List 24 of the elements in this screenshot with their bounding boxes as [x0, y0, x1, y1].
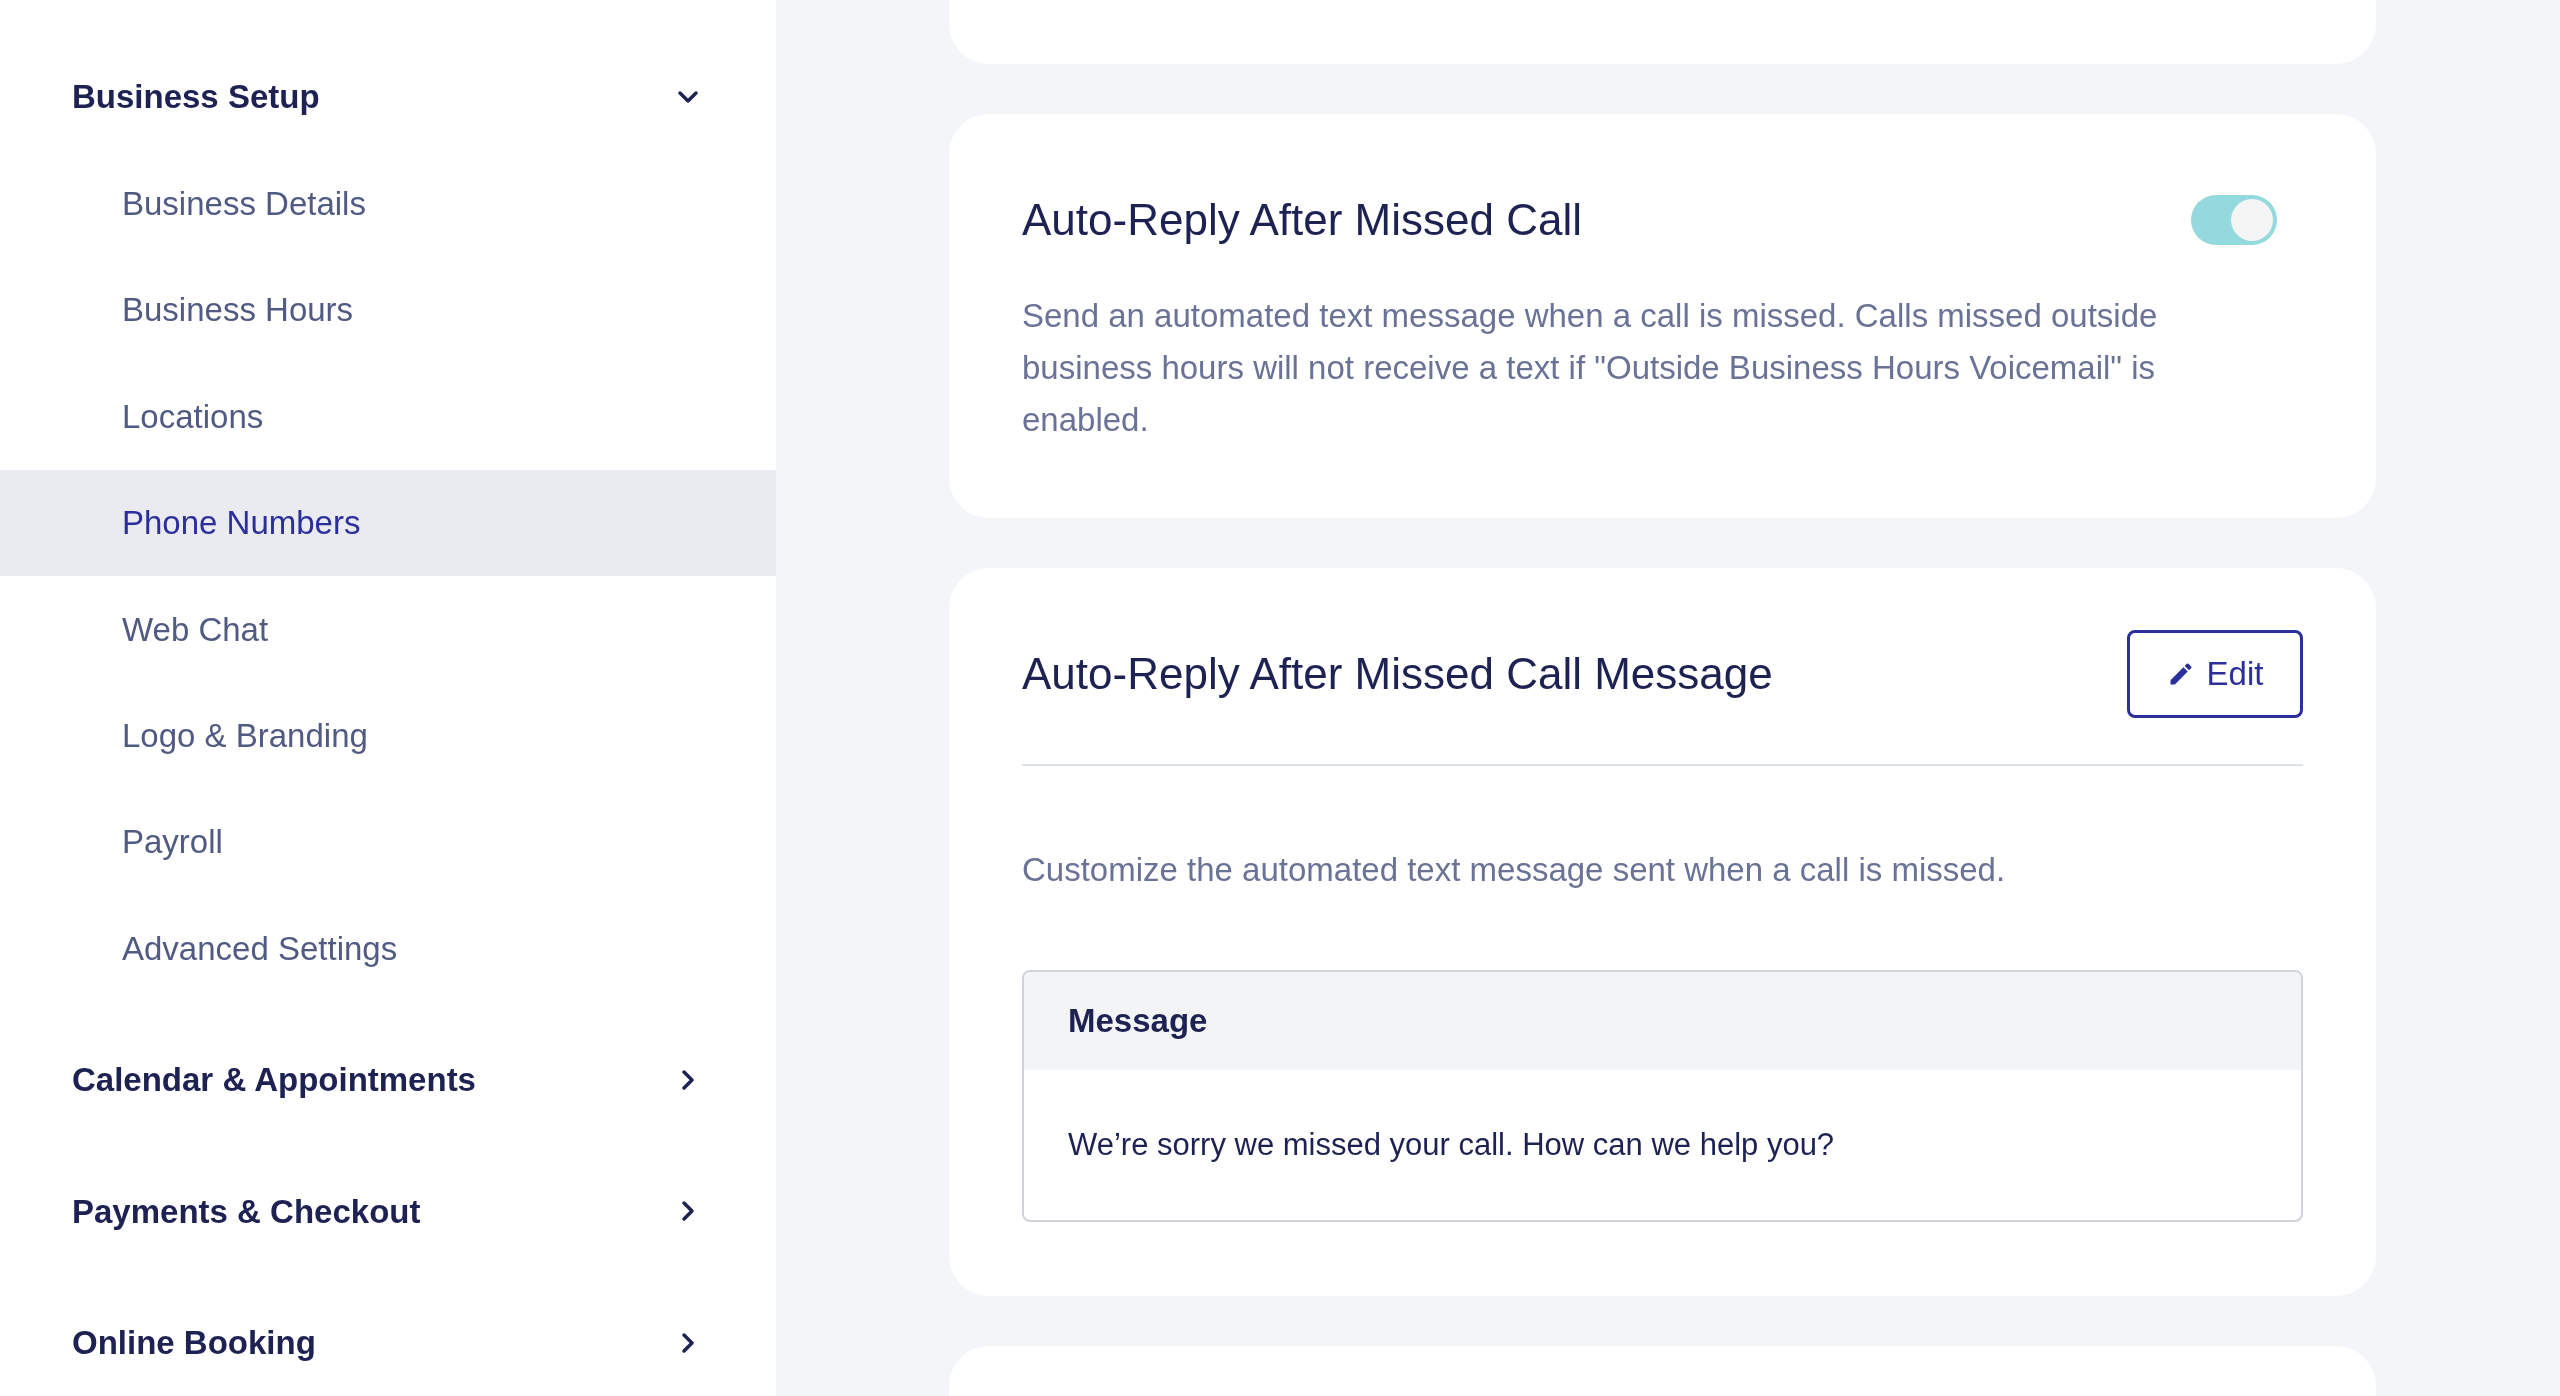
- message-text: We’re sorry we missed your call. How can we help you?: [1068, 1125, 1835, 1164]
- sidebar-group-label: Online Booking: [72, 1323, 316, 1364]
- toggle-switch[interactable]: [2191, 195, 2277, 245]
- sidebar-item[interactable]: Advanced Settings: [0, 895, 776, 1002]
- card-description: Customize the automated text message sent when a call is missed.: [1022, 850, 2007, 890]
- sidebar-item[interactable]: Business Hours: [0, 256, 776, 364]
- sidebar-group-label: Payments & Checkout: [72, 1191, 421, 1232]
- sidebar-item[interactable]: Locations: [0, 363, 776, 470]
- card-description: Send an automated text message when a call is missed. Calls missed outside business hours will not receive a text if "Outside Business Hours Voicemail" is enabled.: [1022, 296, 2159, 440]
- message-header: Message: [1068, 1001, 1208, 1042]
- sidebar-item[interactable]: Payroll: [0, 788, 776, 896]
- card-title: Auto-Reply After Missed Call Message: [1022, 648, 1773, 700]
- sidebar-item[interactable]: Business Details: [0, 150, 776, 257]
- edit-button[interactable]: Edit: [2127, 630, 2303, 718]
- sidebar-group-label: Calendar & Appointments: [72, 1060, 476, 1101]
- sidebar-group-header[interactable]: Online Booking: [0, 1289, 776, 1396]
- card-title: Auto-Reply After Missed Call: [1022, 194, 1582, 246]
- sidebar-group-header[interactable]: Calendar & Appointments: [0, 1026, 776, 1134]
- sidebar-item[interactable]: Logo & Branding: [0, 682, 776, 789]
- sidebar-group-label: Business Setup: [72, 77, 320, 118]
- sidebar-item[interactable]: Web Chat: [0, 576, 776, 683]
- sidebar-group-header[interactable]: Business Setup: [0, 44, 776, 151]
- sidebar-group-header[interactable]: Payments & Checkout: [0, 1158, 776, 1265]
- sidebar-item[interactable]: Phone Numbers: [0, 469, 776, 577]
